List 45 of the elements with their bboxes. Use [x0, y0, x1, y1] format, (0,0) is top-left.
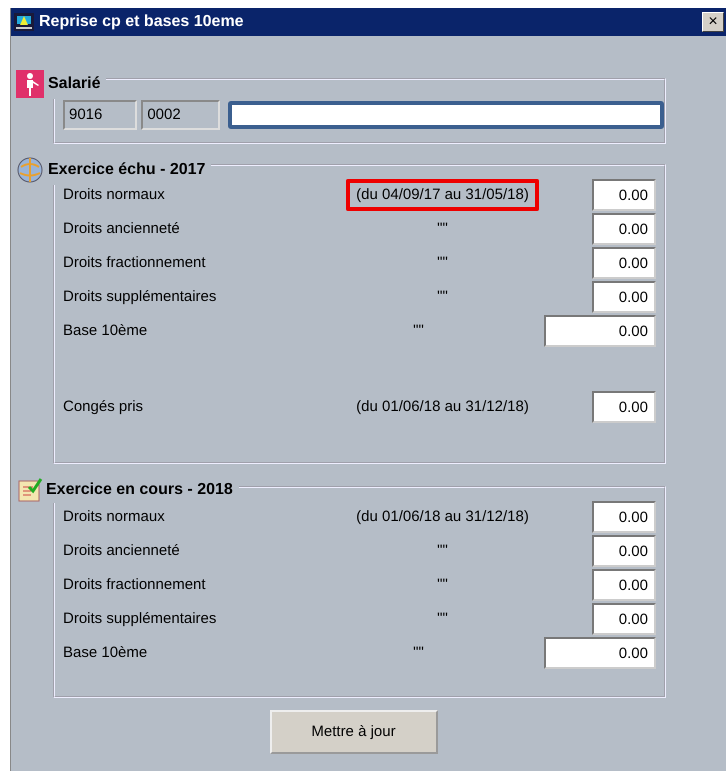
period-text: "" — [436, 608, 449, 629]
globe-icon — [15, 155, 45, 185]
field-label: Droits supplémentaires — [63, 286, 218, 307]
field-label: Droits normaux — [63, 184, 166, 205]
amount-field[interactable]: 0.00 — [592, 179, 656, 211]
period-text: "" — [436, 218, 449, 239]
amount-field[interactable]: 0.00 — [592, 603, 656, 635]
period-text: "" — [436, 574, 449, 595]
field-label: Congés pris — [63, 396, 144, 417]
amount-field[interactable]: 0.00 — [592, 569, 656, 601]
field-label: Droits supplémentaires — [63, 608, 218, 629]
period-text: "" — [412, 642, 425, 663]
field-label: Droits ancienneté — [63, 540, 181, 561]
highlighted-period: (du 04/09/17 au 31/05/18) — [346, 178, 539, 212]
group-title: Exercice échu - 2017 — [48, 160, 206, 180]
employee-code-field: 9016 — [63, 100, 138, 130]
employee-number-field: 0002 — [141, 100, 220, 130]
field-label: Droits fractionnement — [63, 574, 207, 595]
amount-field[interactable]: 0.00 — [592, 535, 656, 567]
update-button[interactable]: Mettre à jour — [270, 710, 438, 754]
field-label: Droits ancienneté — [63, 218, 181, 239]
person-icon — [15, 69, 45, 99]
period-text: "" — [436, 252, 449, 273]
group-title: Salarié — [48, 74, 100, 94]
amount-field[interactable]: 0.00 — [544, 637, 656, 669]
window-title: Reprise cp et bases 10eme — [39, 12, 244, 32]
close-button[interactable]: × — [702, 12, 724, 32]
period-text: "" — [436, 540, 449, 561]
app-icon — [13, 11, 35, 33]
amount-field[interactable]: 0.00 — [592, 247, 656, 279]
amount-field[interactable]: 0.00 — [592, 281, 656, 313]
amount-field[interactable]: 0.00 — [592, 213, 656, 245]
field-label: Droits normaux — [63, 506, 166, 527]
period-text: "" — [412, 320, 425, 341]
group-title: Exercice en cours - 2018 — [46, 480, 233, 500]
field-label: Base 10ème — [63, 642, 148, 663]
period-text: (du 01/06/18 au 31/12/18) — [355, 506, 530, 527]
field-label: Droits fractionnement — [63, 252, 207, 273]
period-text: (du 01/06/18 au 31/12/18) — [355, 396, 530, 417]
field-label: Base 10ème — [63, 320, 148, 341]
amount-field[interactable]: 0.00 — [592, 391, 656, 423]
amount-field[interactable]: 0.00 — [592, 501, 656, 533]
period-text: "" — [436, 286, 449, 307]
name-field[interactable] — [228, 101, 664, 129]
amount-field[interactable]: 0.00 — [544, 315, 656, 347]
